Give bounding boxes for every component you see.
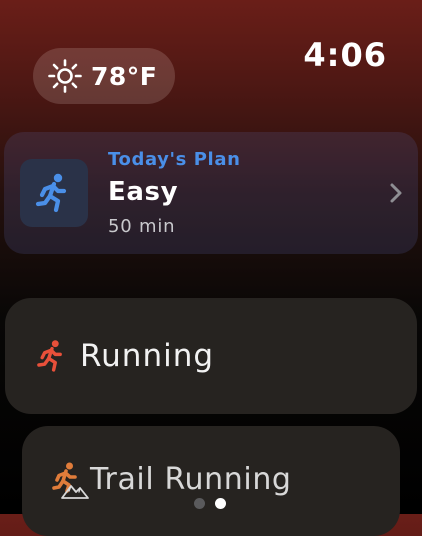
plan-title: Easy: [108, 177, 179, 207]
runner-icon: [35, 173, 67, 213]
page-dot-active: [215, 498, 226, 509]
sun-icon: [48, 59, 82, 93]
weather-complication[interactable]: 78°F: [33, 48, 175, 104]
plan-icon-tile: [20, 159, 88, 227]
weather-temperature: 78°F: [91, 61, 158, 91]
plan-kicker: Today's Plan: [108, 149, 241, 170]
clock-time: 4:06: [303, 36, 387, 74]
workout-label: Running: [80, 338, 215, 374]
chevron-right-icon: [390, 183, 402, 203]
page-indicator: [194, 498, 226, 509]
workout-label: Trail Running: [90, 462, 292, 497]
workout-item-running[interactable]: Running: [5, 298, 417, 414]
workout-item-trail-running[interactable]: Trail Running: [22, 426, 400, 536]
page-dot: [194, 498, 205, 509]
todays-plan-card[interactable]: Today's Plan Easy 50 min: [4, 132, 418, 254]
trail-runner-icon: [52, 462, 89, 499]
runner-icon: [37, 340, 62, 372]
plan-duration: 50 min: [108, 216, 176, 237]
